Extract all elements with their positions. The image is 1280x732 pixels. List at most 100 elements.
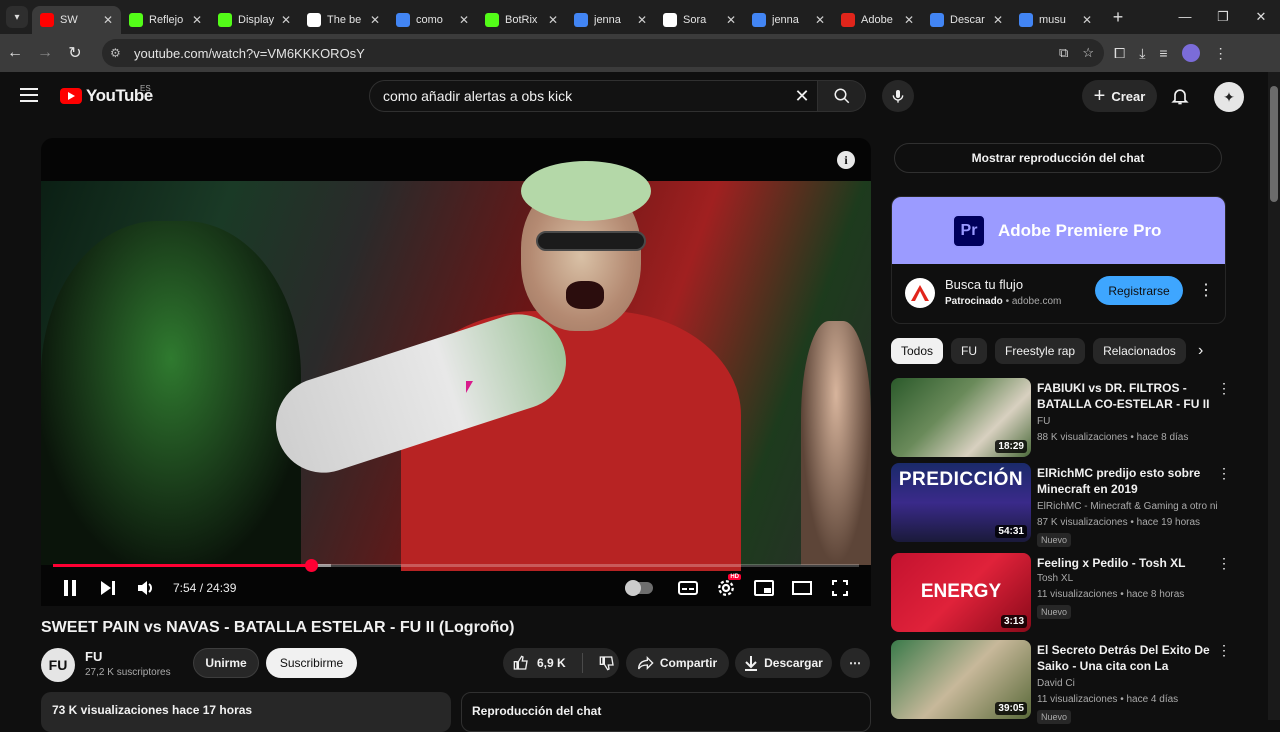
- recommended-channel[interactable]: ElRichMC - Minecraft & Gaming a otro ni.…: [1037, 501, 1217, 512]
- tab-search-icon[interactable]: ▾: [6, 6, 28, 28]
- tab-close-icon[interactable]: ✕: [459, 13, 469, 27]
- tab-close-icon[interactable]: ✕: [370, 13, 380, 27]
- chevron-right-icon[interactable]: ›: [1198, 342, 1203, 360]
- pause-button[interactable]: [51, 570, 89, 606]
- profile-avatar[interactable]: [1181, 44, 1200, 62]
- theater-mode-button[interactable]: [783, 570, 821, 606]
- browser-menu-icon[interactable]: ⋮: [1214, 45, 1228, 62]
- more-options-icon[interactable]: ⋮: [1217, 380, 1231, 397]
- thumbs-down-icon[interactable]: [599, 655, 615, 671]
- recommended-video[interactable]: 39:05 El Secreto Detrás Del Exito De Saik…: [891, 640, 1231, 724]
- account-avatar[interactable]: ✦: [1214, 82, 1244, 112]
- tab-close-icon[interactable]: ✕: [103, 13, 113, 27]
- browser-tab[interactable]: jenna ✕: [566, 6, 655, 34]
- video-thumbnail[interactable]: 39:05: [891, 640, 1031, 719]
- tab-close-icon[interactable]: ✕: [281, 13, 291, 27]
- more-actions-button[interactable]: ⋯: [840, 648, 870, 678]
- progress-bar[interactable]: [53, 559, 859, 572]
- browser-tab[interactable]: Sora ✕: [655, 6, 744, 34]
- video-thumbnail[interactable]: PREDICCIÓN 54:31: [891, 463, 1031, 542]
- ad-banner[interactable]: Pr Adobe Premiere Pro: [892, 197, 1225, 264]
- tab-close-icon[interactable]: ✕: [192, 13, 202, 27]
- search-button[interactable]: [818, 80, 866, 112]
- tab-close-icon[interactable]: ✕: [548, 13, 558, 27]
- browser-tab[interactable]: jenna ✕: [744, 6, 833, 34]
- menu-icon[interactable]: [20, 88, 38, 102]
- video-player[interactable]: i 7:54 / 24:39 HD: [41, 138, 871, 606]
- new-tab-button[interactable]: +: [1104, 7, 1132, 28]
- recommended-channel[interactable]: Tosh XL: [1037, 573, 1217, 584]
- address-bar[interactable]: ⚙ youtube.com/watch?v=VM6KKKOROsY ⧉ ☆: [102, 39, 1104, 67]
- reload-icon[interactable]: ↻: [60, 43, 90, 63]
- tab-close-icon[interactable]: ✕: [637, 13, 647, 27]
- youtube-logo[interactable]: YouTube ES: [60, 84, 153, 106]
- channel-name[interactable]: FU: [85, 649, 102, 664]
- browser-tab[interactable]: Descar ✕: [922, 6, 1011, 34]
- browser-tab[interactable]: musu ✕: [1011, 6, 1100, 34]
- page-scrollbar[interactable]: [1268, 72, 1280, 720]
- video-thumbnail[interactable]: ENERGY 3:13: [891, 553, 1031, 632]
- filter-chip[interactable]: FU: [951, 338, 988, 364]
- bookmark-star-icon[interactable]: ☆: [1082, 45, 1094, 61]
- browser-tab[interactable]: Display ✕: [210, 6, 299, 34]
- browser-tab[interactable]: BotRix ✕: [477, 6, 566, 34]
- cast-icon[interactable]: ⧉: [1059, 45, 1068, 61]
- ad-more-icon[interactable]: ⋮: [1198, 280, 1214, 300]
- recommended-title[interactable]: ElRichMC predijo esto sobre Minecraft en…: [1037, 465, 1213, 497]
- tab-close-icon[interactable]: ✕: [726, 13, 736, 27]
- filter-chip[interactable]: Freestyle rap: [995, 338, 1086, 364]
- info-icon[interactable]: i: [837, 151, 855, 169]
- fullscreen-button[interactable]: [821, 570, 859, 606]
- browser-tab[interactable]: Reflejo ✕: [121, 6, 210, 34]
- download-button[interactable]: Descargar: [735, 648, 832, 678]
- more-options-icon[interactable]: ⋮: [1217, 642, 1231, 659]
- ad-cta-button[interactable]: Registrarse: [1095, 276, 1183, 305]
- recommended-title[interactable]: Feeling x Pedilo - Tosh XL: [1037, 555, 1213, 571]
- join-button[interactable]: Unirme: [193, 648, 259, 678]
- settings-button[interactable]: HD: [707, 570, 745, 606]
- tab-close-icon[interactable]: ✕: [1082, 13, 1092, 27]
- browser-tab[interactable]: SW ✕: [32, 6, 121, 34]
- miniplayer-button[interactable]: [745, 570, 783, 606]
- more-options-icon[interactable]: ⋮: [1217, 555, 1231, 572]
- recommended-title[interactable]: FABIUKI vs DR. FILTROS - BATALLA CO-ESTE…: [1037, 380, 1213, 412]
- minimize-icon[interactable]: —: [1166, 0, 1204, 34]
- thumbs-up-icon[interactable]: [513, 655, 529, 671]
- volume-button[interactable]: [127, 570, 165, 606]
- site-info-icon[interactable]: ⚙: [110, 46, 130, 60]
- recommended-channel[interactable]: FU: [1037, 416, 1217, 427]
- subscribe-button[interactable]: Suscribirme: [266, 648, 357, 678]
- recommended-video[interactable]: PREDICCIÓN 54:31 ElRichMC predijo esto sob…: [891, 463, 1231, 547]
- scrollbar-thumb[interactable]: [1270, 86, 1278, 202]
- download-icon[interactable]: ⤓: [1139, 45, 1145, 62]
- close-window-icon[interactable]: ✕: [1242, 0, 1280, 34]
- next-button[interactable]: [89, 570, 127, 606]
- tab-close-icon[interactable]: ✕: [815, 13, 825, 27]
- browser-tab[interactable]: The be ✕: [299, 6, 388, 34]
- tab-close-icon[interactable]: ✕: [904, 13, 914, 27]
- filter-chip[interactable]: Relacionados: [1093, 338, 1186, 364]
- video-frame[interactable]: [41, 161, 871, 571]
- restore-icon[interactable]: ❐: [1204, 0, 1242, 34]
- subtitles-button[interactable]: [669, 570, 707, 606]
- extensions-icon[interactable]: ⧠: [1114, 45, 1125, 62]
- recommended-title[interactable]: El Secreto Detrás Del Exito De Saiko - U…: [1037, 642, 1213, 674]
- more-options-icon[interactable]: ⋮: [1217, 465, 1231, 482]
- search-input[interactable]: como añadir alertas a obs kick ✕: [369, 80, 818, 112]
- recommended-video[interactable]: 18:29 FABIUKI vs DR. FILTROS - BATALLA CO…: [891, 378, 1231, 458]
- browser-tab[interactable]: Adobe ✕: [833, 6, 922, 34]
- description-box[interactable]: 73 K visualizaciones hace 17 horas: [41, 692, 451, 732]
- back-icon[interactable]: ←: [0, 44, 30, 62]
- video-thumbnail[interactable]: 18:29: [891, 378, 1031, 457]
- share-button[interactable]: Compartir: [626, 648, 729, 678]
- recommended-channel[interactable]: David Ci: [1037, 678, 1217, 689]
- media-control-icon[interactable]: ≡: [1159, 45, 1167, 61]
- tab-close-icon[interactable]: ✕: [993, 13, 1003, 27]
- clear-search-icon[interactable]: ✕: [787, 86, 817, 107]
- ad-card[interactable]: Pr Adobe Premiere Pro Busca tu flujo Pat…: [891, 196, 1226, 324]
- channel-avatar[interactable]: FU: [41, 648, 75, 682]
- voice-search-button[interactable]: [882, 80, 914, 112]
- recommended-video[interactable]: ENERGY 3:13 Feeling x Pedilo - Tosh XL Tosh…: [891, 553, 1231, 633]
- chat-replay-panel[interactable]: Reproducción del chat: [461, 692, 871, 732]
- browser-tab[interactable]: como ✕: [388, 6, 477, 34]
